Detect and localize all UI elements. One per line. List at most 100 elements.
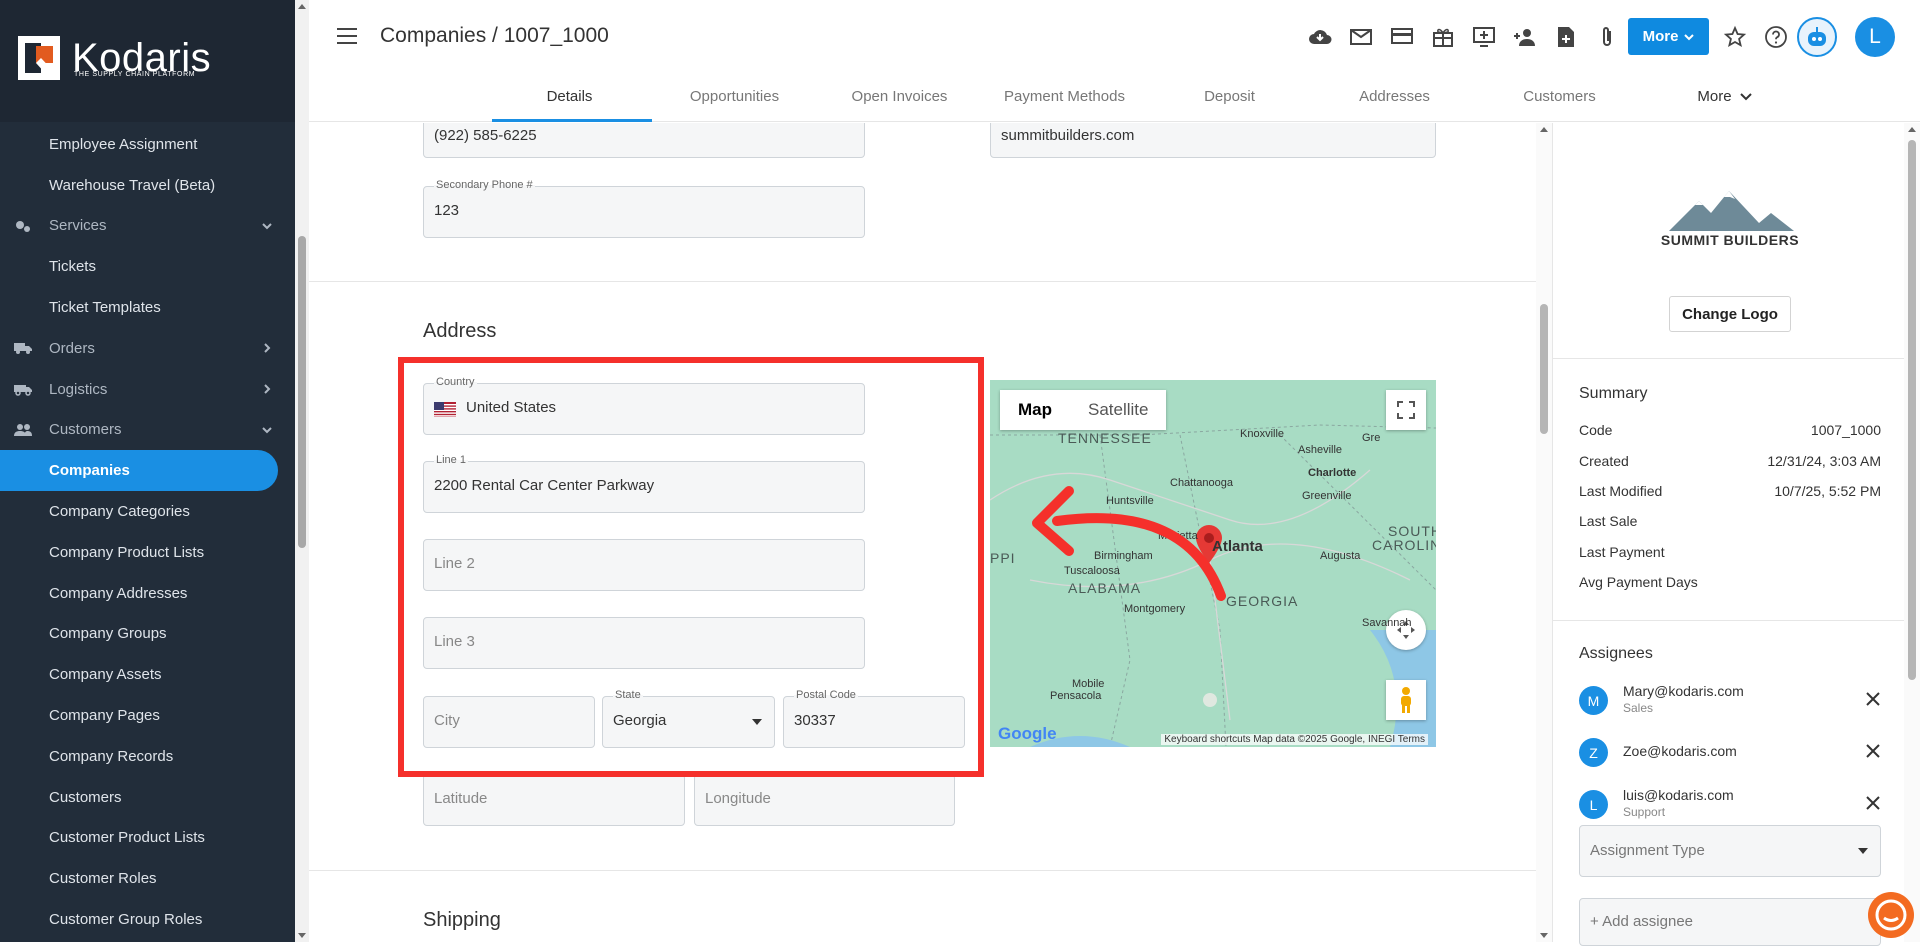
help-icon[interactable] — [1764, 25, 1788, 49]
sidebar-item-company-assets[interactable]: Company Assets — [0, 654, 295, 695]
sidebar-item-orders[interactable]: Orders — [0, 328, 295, 369]
chevron-down-icon[interactable] — [259, 218, 275, 234]
chat-support-button[interactable] — [1868, 892, 1914, 938]
sidebar-scrollbar[interactable] — [295, 0, 309, 942]
remove-assignee-close-icon[interactable] — [1865, 691, 1881, 707]
person-add-icon[interactable] — [1504, 24, 1545, 50]
tab-open-invoices[interactable]: Open Invoices — [817, 84, 982, 122]
chevron-down-icon[interactable] — [259, 422, 275, 438]
assignee-row: Z Zoe@kodaris.com — [1579, 727, 1881, 779]
user-avatar[interactable]: L — [1855, 17, 1895, 57]
sidebar-item-label: Tickets — [49, 258, 96, 276]
sidebar-item-company-groups[interactable]: Company Groups — [0, 614, 295, 655]
sidebar-item-warehouse-travel-beta[interactable]: Warehouse Travel (Beta) — [0, 165, 295, 206]
sidebar-item-company-addresses[interactable]: Company Addresses — [0, 573, 295, 614]
sidebar-item-customer-roles[interactable]: Customer Roles — [0, 858, 295, 899]
remove-assignee-close-icon[interactable] — [1865, 743, 1881, 759]
sidebar-item-customers[interactable]: Customers — [0, 777, 295, 818]
tab-more[interactable]: More — [1642, 84, 1807, 122]
assignee-role: Support — [1623, 805, 1666, 819]
top-header: Companies / 1007_1000 More L Details Opp… — [309, 0, 1920, 122]
sidebar-item-company-product-lists[interactable]: Company Product Lists — [0, 532, 295, 573]
assignment-type-placeholder: Assignment Type — [1590, 842, 1705, 859]
sidebar-item-label: Company Pages — [49, 707, 160, 725]
sidebar-item-company-records[interactable]: Company Records — [0, 736, 295, 777]
assignees-title: Assignees — [1579, 645, 1653, 662]
summary-row: Last Payment — [1579, 537, 1881, 567]
sidebar-item-customers[interactable]: Customers — [0, 410, 295, 451]
map-attribution[interactable]: Keyboard shortcuts Map data ©2025 Google… — [1161, 734, 1428, 745]
assignment-type-select[interactable]: Assignment Type — [1579, 825, 1881, 877]
sidebar-nav: Employee Assignment Warehouse Travel (Bet… — [0, 124, 295, 940]
chevron-down-icon — [1684, 33, 1695, 40]
sidebar-item-label: Customers — [49, 788, 122, 806]
sidebar-item-logistics[interactable]: Logistics — [0, 369, 295, 410]
chevron-right-icon[interactable] — [259, 381, 275, 397]
star-icon[interactable] — [1723, 25, 1747, 49]
latitude-field[interactable]: Latitude — [423, 774, 685, 826]
tab-details[interactable]: Details — [487, 84, 652, 122]
main-scrollbar[interactable] — [1536, 123, 1552, 942]
mail-icon[interactable] — [1340, 24, 1381, 50]
latitude-placeholder: Latitude — [434, 790, 488, 807]
sidebar-scroll-thumb[interactable] — [298, 236, 306, 548]
more-button[interactable]: More — [1628, 18, 1709, 55]
tab-addresses[interactable]: Addresses — [1312, 84, 1477, 122]
tab-customers[interactable]: Customers — [1477, 84, 1642, 122]
attachment-icon[interactable] — [1586, 24, 1627, 50]
summary-section: Summary Code 1007_1000 Created 12/31/24, 3:… — [1579, 385, 1881, 597]
longitude-field[interactable]: Longitude — [694, 774, 955, 826]
sidebar-item-company-categories[interactable]: Company Categories — [0, 491, 295, 532]
right-panel-scrollbar[interactable] — [1904, 123, 1920, 942]
sidebar-item-company-pages[interactable]: Company Pages — [0, 695, 295, 736]
street-view-button[interactable] — [1386, 680, 1426, 720]
tab-deposit[interactable]: Deposit — [1147, 84, 1312, 122]
card-icon[interactable] — [1381, 24, 1422, 50]
main-scroll-thumb[interactable] — [1540, 304, 1548, 434]
remove-assignee-close-icon[interactable] — [1865, 795, 1881, 811]
menu-icon[interactable] — [337, 28, 357, 44]
phone-field[interactable]: (922) 585-6225 — [423, 123, 865, 158]
assistant-bot-button[interactable] — [1797, 17, 1837, 57]
sidebar-item-tickets[interactable]: Tickets — [0, 246, 295, 287]
annotation-arrow-icon — [1032, 486, 1226, 601]
assignees-section: Assignees M Mary@kodaris.com Sales Z Zoe@kod… — [1579, 645, 1881, 831]
gift-icon[interactable] — [1422, 24, 1463, 50]
tab-label: Customers — [1523, 88, 1596, 105]
sidebar-item-services[interactable]: Services — [0, 206, 295, 247]
sidebar-item-label: Orders — [49, 339, 95, 357]
tab-payment-methods[interactable]: Payment Methods — [982, 84, 1147, 122]
sidebar-item-companies[interactable]: Companies — [0, 450, 278, 492]
tab-opportunities[interactable]: Opportunities — [652, 84, 817, 122]
map-pan-button[interactable] — [1386, 610, 1426, 650]
sidebar-item-customer-group-roles[interactable]: Customer Group Roles — [0, 899, 295, 940]
right-scroll-thumb[interactable] — [1908, 140, 1916, 680]
longitude-placeholder: Longitude — [705, 790, 771, 807]
summary-row: Avg Payment Days — [1579, 567, 1881, 597]
cloud-icon[interactable] — [1299, 24, 1340, 50]
section-divider — [309, 281, 1536, 282]
chat-icon — [1875, 899, 1907, 931]
change-logo-button[interactable]: Change Logo — [1669, 296, 1791, 332]
screen-add-icon[interactable] — [1463, 24, 1504, 50]
address-section-title: Address — [423, 320, 497, 342]
assignee-avatar: L — [1579, 790, 1608, 819]
sidebar-item-label: Employee Assignment — [49, 135, 198, 153]
pegman-icon — [1401, 687, 1411, 713]
sidebar-item-customer-product-lists[interactable]: Customer Product Lists — [0, 818, 295, 859]
website-value: summitbuilders.com — [1001, 127, 1135, 144]
secondary-phone-field[interactable]: Secondary Phone # 123 — [423, 179, 865, 238]
chevron-right-icon[interactable] — [259, 340, 275, 356]
website-field[interactable]: summitbuilders.com — [990, 123, 1436, 158]
breadcrumb: Companies / 1007_1000 — [380, 24, 609, 47]
assignee-role: Sales — [1623, 701, 1654, 715]
add-assignee-input[interactable]: + Add assignee — [1579, 898, 1881, 946]
file-add-icon[interactable] — [1545, 24, 1586, 50]
sidebar-item-ticket-templates[interactable]: Ticket Templates — [0, 287, 295, 328]
sidebar: Kodaris THE SUPPLY CHAIN PLATFORM Employ… — [0, 0, 295, 942]
sidebar-item-label: Customer Roles — [49, 870, 157, 888]
map-label: Savannah — [1362, 617, 1412, 629]
sidebar-item-employee-assignment[interactable]: Employee Assignment — [0, 124, 295, 165]
brand-logo[interactable]: Kodaris THE SUPPLY CHAIN PLATFORM — [0, 0, 295, 122]
tab-label: Details — [546, 88, 593, 105]
